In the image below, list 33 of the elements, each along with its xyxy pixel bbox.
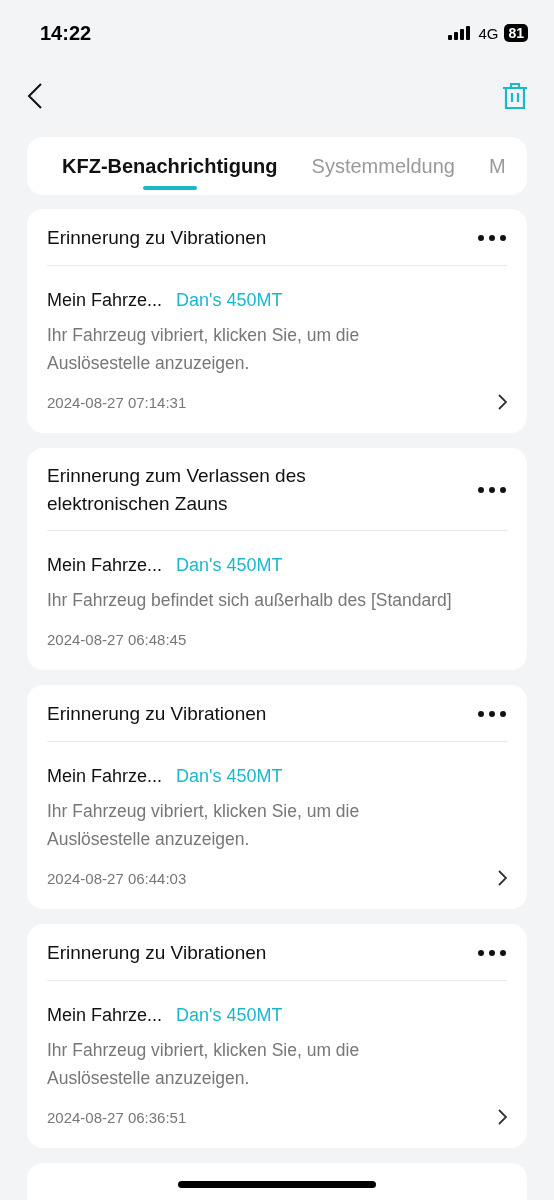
notification-message: Ihr Fahrzeug vibriert, klicken Sie, um die Auslösestelle anzuzeigen.: [47, 800, 361, 851]
more-icon[interactable]: [477, 949, 507, 957]
notification-title: Erinnerung zu Vibrationen: [47, 941, 267, 965]
notification-card[interactable]: Erinnerung zum Verlassen des elektronischen Zauns Mein Fahrze... Dan's 450MT Ihr Fahrzeug befindet sich außerhalb des [Standard] 2024-08-27 06:48:45: [27, 448, 527, 670]
tab[interactable]: KFZ-Benachrichtigung: [62, 137, 278, 195]
vehicle-name: Dan's 450MT: [176, 555, 283, 576]
vehicle-name: Dan's 450MT: [176, 1005, 283, 1026]
notification-time: 2024-08-27 06:44:03: [47, 869, 187, 887]
notification-card[interactable]: Erinnerung zu Vibrationen Mein Fahrze... Dan's 450MT Ihr Fahrzeug vibriert, klicken Sie, um die Auslösestelle anzuzeigen. 2024-08-27 06:36:51: [27, 924, 527, 1148]
notification-message: Ihr Fahrzeug vibriert, klicken Sie, um die Auslösestelle anzuzeigen.: [47, 324, 361, 375]
notification-card[interactable]: Erinnerung zu Vibrationen Mein Fahrze... Dan's 450MT Ihr Fahrzeug vibriert, klicken Sie, um die Auslösestelle anzuzeigen. 2024-08-27 06:44:03: [27, 685, 527, 909]
network-label: 4G: [478, 24, 499, 42]
notification-time: 2024-08-27 06:48:45: [47, 630, 187, 648]
vehicle-label: Mein Fahrze...: [47, 290, 163, 311]
notification-card[interactable]: Erinnerung zu Vibrationen Mein Fahrze... Dan's 450MT Ihr Fahrzeug vibriert, klicken Sie, um die Auslösestelle anzuzeigen. 2024-08-27 07:14:31: [27, 209, 527, 433]
status-time: 14:22: [40, 21, 92, 45]
notification-title: Erinnerung zu Vibrationen: [47, 702, 267, 726]
notification-title: Erinnerung zum Verlassen des elektronischen Zauns: [47, 464, 307, 516]
more-icon[interactable]: [477, 486, 507, 494]
battery-level: 81: [504, 24, 528, 42]
signal-icon: [448, 26, 473, 40]
more-icon[interactable]: [477, 710, 507, 718]
vehicle-name: Dan's 450MT: [176, 766, 283, 787]
vehicle-label: Mein Fahrze...: [47, 766, 163, 787]
notification-message: Ihr Fahrzeug vibriert, klicken Sie, um die Auslösestelle anzuzeigen.: [47, 1039, 361, 1090]
more-icon[interactable]: [477, 234, 507, 242]
notification-time: 2024-08-27 06:36:51: [47, 1108, 187, 1126]
vehicle-name: Dan's 450MT: [176, 290, 283, 311]
vehicle-label: Mein Fahrze...: [47, 1005, 163, 1026]
vehicle-label: Mein Fahrze...: [47, 555, 163, 576]
notification-time: 2024-08-27 07:14:31: [47, 393, 187, 411]
notification-message: Ihr Fahrzeug befindet sich außerhalb des [Standard]: [47, 589, 453, 612]
notification-title: Erinnerung zu Vibrationen: [47, 226, 267, 250]
